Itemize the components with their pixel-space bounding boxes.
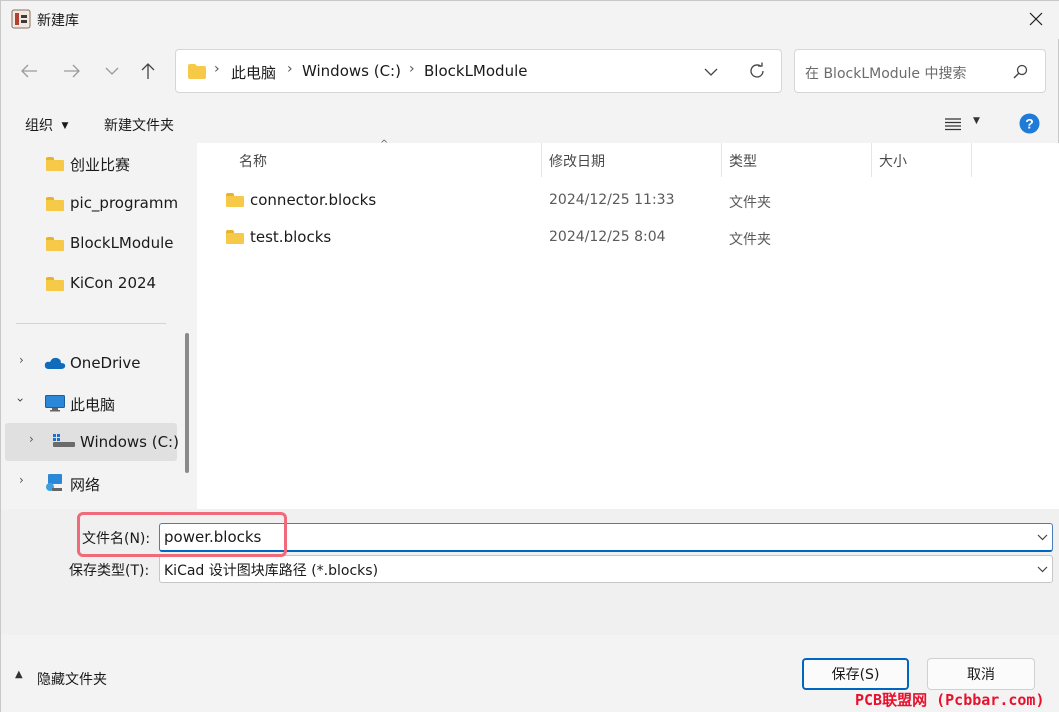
file-name: test.blocks bbox=[250, 228, 332, 246]
filetype-label: 保存类型(T): bbox=[69, 563, 150, 579]
file-list: ^ 名称 修改日期 类型 大小 connector.blocks 2024/12… bbox=[197, 139, 1059, 509]
address-bar[interactable]: › 此电脑 › Windows (C:) › BlockLModule bbox=[175, 49, 782, 93]
folder-icon bbox=[46, 157, 64, 171]
annotation-highlight-box bbox=[77, 512, 287, 557]
breadcrumb-blocklmodule[interactable]: BlockLModule bbox=[424, 62, 527, 80]
svg-text:?: ? bbox=[1025, 116, 1034, 132]
sidebar-item-network[interactable]: › 网络 bbox=[1, 464, 177, 502]
column-header-size[interactable]: 大小 bbox=[879, 151, 907, 171]
close-icon bbox=[1029, 12, 1043, 26]
caret-down-icon: ▼ bbox=[61, 121, 69, 131]
forward-button[interactable] bbox=[57, 56, 87, 86]
folder-icon bbox=[226, 193, 244, 207]
file-row[interactable]: connector.blocks 2024/12/25 11:33 文件夹 bbox=[217, 183, 997, 217]
filename-input[interactable]: power.blocks bbox=[159, 523, 1053, 552]
chevron-down-icon[interactable] bbox=[1037, 534, 1048, 541]
sidebar-item-label: 网络 bbox=[70, 476, 101, 494]
save-dialog: 新建库 › 此电脑 › Windows (C:) › BlockLModule … bbox=[0, 0, 1059, 712]
file-type: 文件夹 bbox=[729, 195, 771, 211]
chevron-down-icon bbox=[105, 67, 119, 75]
onedrive-cloud-icon bbox=[44, 357, 66, 369]
column-header-type[interactable]: 类型 bbox=[729, 151, 757, 171]
filetype-value: KiCad 设计图块库路径 (*.blocks) bbox=[164, 563, 379, 579]
sidebar-item-label: KiCon 2024 bbox=[70, 274, 157, 292]
chevron-right-icon[interactable]: › bbox=[29, 432, 34, 446]
new-folder-button[interactable]: 新建文件夹 bbox=[104, 115, 174, 135]
sidebar-item-label: 此电脑 bbox=[70, 396, 116, 414]
sidebar-item-pic-programm[interactable]: pic_programm bbox=[1, 184, 179, 222]
search-icon[interactable] bbox=[1013, 64, 1028, 79]
column-header-modified[interactable]: 修改日期 bbox=[549, 151, 605, 171]
breadcrumb-windows-c[interactable]: Windows (C:) bbox=[302, 62, 401, 80]
window-title: 新建库 bbox=[37, 13, 79, 29]
arrow-right-icon bbox=[64, 64, 80, 78]
sidebar-item-this-pc[interactable]: › 此电脑 bbox=[1, 384, 177, 422]
folder-icon bbox=[188, 64, 206, 79]
folder-icon bbox=[46, 237, 64, 251]
sidebar-item-onedrive[interactable]: › OneDrive bbox=[1, 344, 177, 382]
folder-icon bbox=[226, 230, 244, 244]
filetype-select[interactable]: KiCad 设计图块库路径 (*.blocks) bbox=[159, 555, 1053, 583]
title-bar: 新建库 bbox=[1, 1, 1059, 39]
breadcrumb-separator: › bbox=[287, 61, 293, 77]
folder-icon bbox=[46, 277, 64, 291]
sidebar-item-label: 创业比赛 bbox=[70, 156, 131, 174]
chevron-down-icon[interactable]: › bbox=[13, 398, 27, 403]
sidebar-item-kicon-2024[interactable]: KiCon 2024 bbox=[1, 264, 177, 302]
network-icon bbox=[46, 474, 62, 491]
file-row[interactable]: test.blocks 2024/12/25 8:04 文件夹 bbox=[217, 220, 997, 254]
column-divider[interactable] bbox=[721, 143, 722, 177]
sidebar-item-blocklmodule[interactable]: BlockLModule bbox=[1, 224, 177, 262]
file-name: connector.blocks bbox=[250, 191, 377, 209]
chevron-right-icon[interactable]: › bbox=[19, 353, 24, 367]
sort-ascending-icon: ^ bbox=[380, 139, 389, 150]
command-bar: 组织 ▼ 新建文件夹 ▼ ? bbox=[1, 105, 1059, 143]
organize-label: 组织 bbox=[25, 118, 53, 134]
up-button[interactable] bbox=[133, 56, 163, 86]
breadcrumb-separator: › bbox=[409, 61, 415, 77]
folder-icon bbox=[46, 197, 64, 211]
breadcrumb-separator: › bbox=[214, 61, 220, 77]
cancel-button[interactable]: 取消 bbox=[927, 658, 1035, 690]
hide-folders-toggle[interactable]: 隐藏文件夹 bbox=[37, 669, 107, 689]
column-divider[interactable] bbox=[971, 143, 972, 177]
back-button[interactable] bbox=[14, 56, 44, 86]
file-modified: 2024/12/25 11:33 bbox=[549, 192, 675, 208]
navigation-pane: 创业比赛 pic_programm BlockLModule KiCon 202… bbox=[1, 143, 196, 509]
sidebar-item-chuangye[interactable]: 创业比赛 bbox=[1, 144, 177, 182]
sidebar-item-label: OneDrive bbox=[70, 354, 141, 372]
sidebar-item-label: BlockLModule bbox=[70, 234, 174, 252]
arrow-up-icon bbox=[141, 63, 155, 79]
search-placeholder: 在 BlockLModule 中搜索 bbox=[805, 66, 967, 82]
chevron-down-icon[interactable] bbox=[1037, 566, 1048, 573]
sidebar-item-label: pic_programm bbox=[70, 194, 179, 212]
monitor-icon bbox=[45, 395, 65, 412]
watermark-text: PCB联盟网 (Pcbbar.com) bbox=[855, 691, 1045, 709]
file-modified: 2024/12/25 8:04 bbox=[549, 229, 666, 245]
view-list-icon[interactable] bbox=[945, 118, 961, 131]
drive-icon bbox=[53, 434, 75, 447]
search-box[interactable]: 在 BlockLModule 中搜索 bbox=[794, 49, 1046, 93]
sidebar-divider bbox=[16, 323, 166, 324]
breadcrumb-this-pc[interactable]: 此电脑 bbox=[231, 62, 276, 83]
view-options-caret-icon[interactable]: ▼ bbox=[973, 116, 980, 126]
column-header-name[interactable]: 名称 bbox=[239, 151, 267, 171]
chevron-down-icon[interactable] bbox=[704, 67, 718, 77]
sidebar-item-label: Windows (C:) bbox=[80, 433, 179, 451]
file-type: 文件夹 bbox=[729, 232, 771, 248]
refresh-icon[interactable] bbox=[748, 62, 766, 80]
help-icon[interactable]: ? bbox=[1019, 113, 1040, 134]
chevron-right-icon[interactable]: › bbox=[19, 473, 24, 487]
chevron-up-icon[interactable]: ▲ bbox=[15, 669, 23, 680]
column-divider[interactable] bbox=[541, 143, 542, 177]
kicad-app-icon bbox=[11, 9, 31, 29]
close-button[interactable] bbox=[1017, 3, 1055, 35]
organize-menu[interactable]: 组织 ▼ bbox=[25, 115, 68, 135]
column-divider[interactable] bbox=[871, 143, 872, 177]
save-button[interactable]: 保存(S) bbox=[802, 658, 909, 690]
arrow-left-icon bbox=[21, 64, 37, 78]
recent-locations-button[interactable] bbox=[97, 56, 127, 86]
sidebar-scrollbar[interactable] bbox=[185, 333, 189, 473]
sidebar-item-windows-c[interactable]: › Windows (C:) bbox=[5, 423, 179, 461]
